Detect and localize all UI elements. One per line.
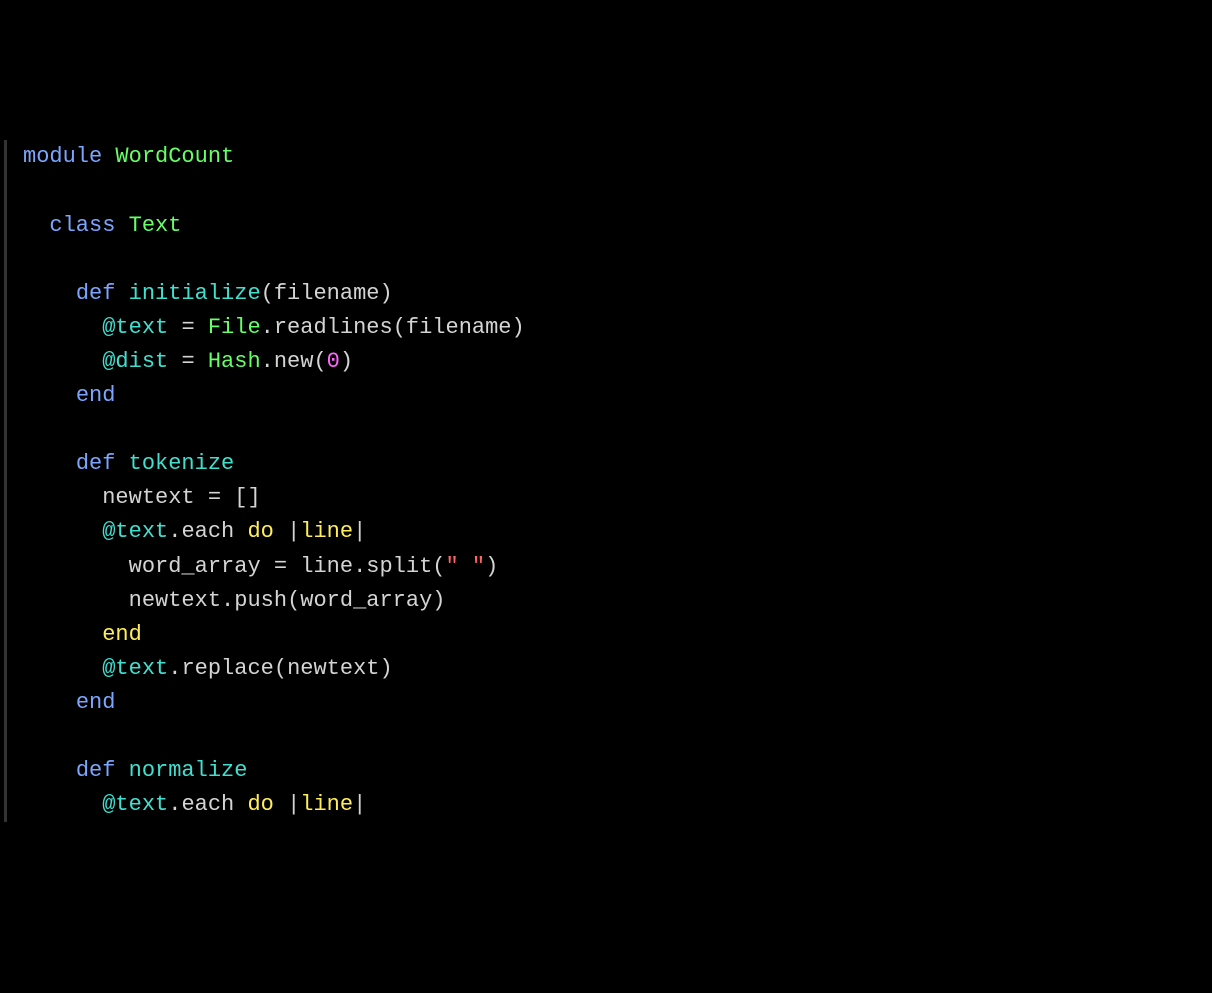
instance-variable: @text — [102, 315, 168, 340]
class-name: Text — [129, 213, 182, 238]
constant: File — [208, 315, 261, 340]
paren: ( — [432, 554, 445, 579]
keyword-def: def — [76, 451, 116, 476]
code-editor[interactable]: module WordCount class Text def initiali… — [4, 140, 1208, 822]
keyword-class: class — [49, 213, 115, 238]
method-name: initialize — [129, 281, 261, 306]
pipe: | — [287, 519, 300, 544]
operator: = — [208, 485, 221, 510]
code-line: def tokenize — [23, 451, 234, 476]
operator: = — [181, 349, 194, 374]
keyword-def: def — [76, 281, 116, 306]
dot: . — [168, 792, 181, 817]
dot: . — [353, 554, 366, 579]
local-variable: word_array — [129, 554, 261, 579]
code-line: newtext.push(word_array) — [23, 588, 446, 613]
method-call: push — [234, 588, 287, 613]
paren: ( — [274, 656, 287, 681]
paren: ( — [261, 281, 274, 306]
pipe: | — [287, 792, 300, 817]
paren: ( — [313, 349, 326, 374]
keyword-def: def — [76, 758, 116, 783]
instance-variable: @text — [102, 792, 168, 817]
param: filename — [274, 281, 380, 306]
dot: . — [261, 315, 274, 340]
method-name: normalize — [129, 758, 248, 783]
object: line — [300, 554, 353, 579]
code-line: end — [23, 622, 142, 647]
pipe: | — [353, 519, 366, 544]
paren: ( — [287, 588, 300, 613]
paren: ) — [379, 656, 392, 681]
array-literal: [] — [234, 485, 260, 510]
local-variable: newtext — [102, 485, 194, 510]
paren: ) — [512, 315, 525, 340]
keyword-do: do — [247, 792, 273, 817]
operator: = — [274, 554, 287, 579]
pipe: | — [353, 792, 366, 817]
keyword-end: end — [76, 690, 116, 715]
dot: . — [168, 656, 181, 681]
code-line: end — [23, 383, 115, 408]
block-param: line — [300, 792, 353, 817]
paren: ( — [393, 315, 406, 340]
method-call: readlines — [274, 315, 393, 340]
paren: ) — [432, 588, 445, 613]
code-line: word_array = line.split(" ") — [23, 554, 498, 579]
instance-variable: @text — [102, 519, 168, 544]
string-literal: " " — [446, 554, 486, 579]
method-call: each — [181, 792, 234, 817]
dot: . — [221, 588, 234, 613]
module-name: WordCount — [115, 144, 234, 169]
instance-variable: @text — [102, 656, 168, 681]
code-line: @text = File.readlines(filename) — [23, 315, 525, 340]
method-name: tokenize — [129, 451, 235, 476]
argument: filename — [406, 315, 512, 340]
paren: ) — [379, 281, 392, 306]
code-line: end — [23, 690, 115, 715]
method-call: each — [181, 519, 234, 544]
code-line: @text.each do |line| — [23, 519, 366, 544]
argument: word_array — [300, 588, 432, 613]
code-line: @dist = Hash.new(0) — [23, 349, 353, 374]
keyword-end: end — [102, 622, 142, 647]
method-call: split — [366, 554, 432, 579]
code-line: class Text — [23, 213, 181, 238]
constant: Hash — [208, 349, 261, 374]
method-call: replace — [181, 656, 273, 681]
code-line: newtext = [] — [23, 485, 261, 510]
dot: . — [261, 349, 274, 374]
block-param: line — [300, 519, 353, 544]
number: 0 — [327, 349, 340, 374]
code-line: @text.each do |line| — [23, 792, 366, 817]
keyword-end: end — [76, 383, 116, 408]
object: newtext — [129, 588, 221, 613]
operator: = — [181, 315, 194, 340]
paren: ) — [485, 554, 498, 579]
argument: newtext — [287, 656, 379, 681]
method-call: new — [274, 349, 314, 374]
paren: ) — [340, 349, 353, 374]
code-line: def initialize(filename) — [23, 281, 393, 306]
instance-variable: @dist — [102, 349, 168, 374]
code-line: @text.replace(newtext) — [23, 656, 393, 681]
code-line: def normalize — [23, 758, 247, 783]
keyword-do: do — [247, 519, 273, 544]
dot: . — [168, 519, 181, 544]
code-line: module WordCount — [23, 144, 234, 169]
keyword-module: module — [23, 144, 102, 169]
